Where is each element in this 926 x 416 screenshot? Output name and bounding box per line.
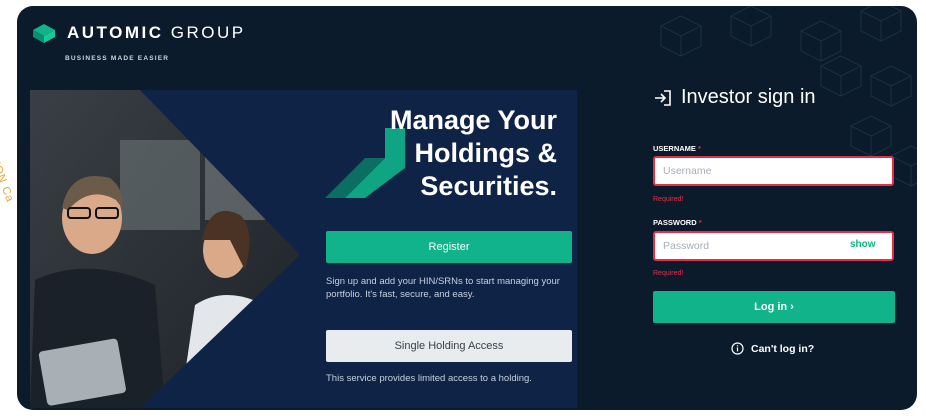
promo-panel: Manage Your Holdings & Securities. Regis…: [30, 90, 577, 408]
password-required-mark: *: [698, 218, 702, 227]
brand-name: AUTOMIC GROUP: [67, 23, 246, 43]
login-button[interactable]: Log in ›: [653, 291, 895, 323]
username-required-mark: *: [698, 144, 701, 153]
register-button[interactable]: Register: [326, 231, 572, 263]
brand-header[interactable]: AUTOMIC GROUP: [31, 22, 246, 44]
username-input[interactable]: [653, 156, 894, 186]
brand-name-bold: AUTOMIC: [67, 23, 164, 42]
automic-logo-icon: [33, 24, 55, 43]
single-holding-access-button[interactable]: Single Holding Access: [326, 330, 572, 362]
single-holding-description: This service provides limited access to …: [326, 373, 532, 384]
username-label: USERNAME *: [653, 144, 701, 153]
login-page: AUTOMIC GROUP BUSINESS MADE EASIER Manag…: [17, 6, 917, 410]
brand-name-light: GROUP: [170, 23, 246, 42]
username-error: Required!: [653, 196, 684, 203]
register-description: Sign up and add your HIN/SRNs to start m…: [326, 276, 560, 300]
password-error: Required!: [653, 270, 684, 277]
signin-title: Investor sign in: [681, 86, 816, 108]
cant-login-link[interactable]: Can't log in?: [731, 342, 814, 355]
hero-photo: [30, 90, 300, 408]
signin-header: Investor sign in: [653, 86, 816, 109]
info-icon: [731, 342, 744, 355]
password-label: PASSWORD *: [653, 218, 702, 227]
cant-login-label: Can't log in?: [751, 342, 815, 355]
username-label-text: USERNAME: [653, 144, 696, 153]
password-label-text: PASSWORD: [653, 218, 697, 227]
side-watermark-text: CISION Ca: [0, 140, 16, 205]
show-password-toggle[interactable]: show: [850, 239, 876, 250]
brand-tagline: BUSINESS MADE EASIER: [65, 55, 170, 62]
sign-in-icon: [655, 89, 671, 106]
promo-title: Manage Your Holdings & Securities.: [389, 105, 557, 201]
